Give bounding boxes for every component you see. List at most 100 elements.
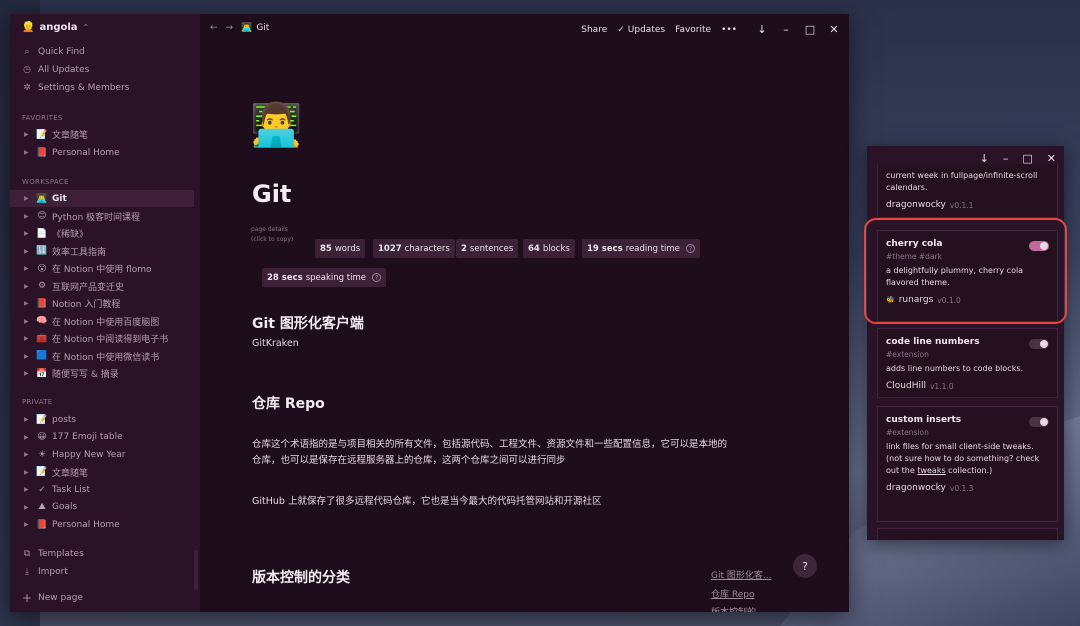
sidebar-item-page[interactable]: ▶ 📕 Personal Home bbox=[10, 516, 194, 533]
breadcrumb[interactable]: 👨‍💻 Git bbox=[241, 23, 269, 33]
stat-characters[interactable]: 1027 characters bbox=[373, 239, 455, 258]
sidebar-item-page[interactable]: ▶ 😀 177 Emoji table bbox=[10, 429, 194, 446]
expand-arrow-icon[interactable]: ▶ bbox=[24, 213, 32, 220]
workspace-name: angola bbox=[39, 22, 78, 33]
sidebar-item-page[interactable]: ▶ 📕 Notion 入门教程 bbox=[10, 295, 194, 312]
download-arrow-icon[interactable]: ↓ bbox=[980, 152, 989, 165]
highlight-outline bbox=[864, 218, 1067, 324]
tweaks-link[interactable]: tweaks bbox=[917, 466, 945, 475]
sidebar-item-page[interactable]: ▶ ✓ Task List bbox=[10, 481, 194, 498]
expand-arrow-icon[interactable]: ▶ bbox=[24, 248, 32, 255]
favorite-button[interactable]: Favorite bbox=[675, 25, 711, 35]
help-circle-icon: ? bbox=[371, 273, 381, 282]
heading-repo[interactable]: 仓库 Repo bbox=[252, 393, 325, 413]
download-arrow-icon[interactable]: ↓ bbox=[755, 23, 769, 36]
quick-find[interactable]: ⌕ Quick Find bbox=[22, 44, 84, 60]
stat-speaking-time[interactable]: 28 secs speaking time? bbox=[262, 268, 386, 287]
check-icon: ✓ bbox=[617, 24, 625, 35]
workspace-label: WORKSPACE bbox=[22, 178, 69, 186]
back-arrow-icon[interactable]: ← bbox=[210, 23, 218, 33]
stat-sentences[interactable]: 2 sentences bbox=[456, 239, 519, 258]
sidebar-item-page[interactable]: ▶ 🧰 在 Notion 中阅读得到电子书 bbox=[10, 330, 194, 347]
sidebar-item-page[interactable]: ▶ ⛰ Goals bbox=[10, 499, 194, 516]
more-options-icon[interactable]: ••• bbox=[721, 25, 737, 35]
expand-arrow-icon[interactable]: ▶ bbox=[24, 504, 32, 511]
maximize-icon[interactable]: □ bbox=[803, 23, 817, 36]
expand-arrow-icon[interactable]: ▶ bbox=[24, 195, 32, 202]
sidebar-item-page[interactable]: ▶ 🧠 在 Notion 中使用百度脑图 bbox=[10, 313, 194, 330]
expand-arrow-icon[interactable]: ▶ bbox=[24, 149, 32, 156]
plugin-author: dragonwocky bbox=[886, 483, 946, 493]
plugin-toggle[interactable] bbox=[1029, 417, 1049, 427]
sidebar-item-page[interactable]: ▶ 🟦 在 Notion 中使用微信读书 bbox=[10, 348, 194, 365]
sidebar-item-page[interactable]: ▶ ☀ Happy New Year bbox=[10, 446, 194, 463]
expand-arrow-icon[interactable]: ▶ bbox=[24, 434, 32, 441]
toc-link[interactable]: 仓库 Repo bbox=[711, 587, 754, 600]
heading-version-control-types[interactable]: 版本控制的分类 bbox=[252, 567, 350, 587]
stat-blocks[interactable]: 64 blocks bbox=[523, 239, 575, 258]
share-button[interactable]: Share bbox=[581, 25, 607, 35]
expand-arrow-icon[interactable]: ▶ bbox=[24, 416, 32, 423]
expand-arrow-icon[interactable]: ▶ bbox=[24, 318, 32, 325]
sidebar-item-favorite[interactable]: ▶ 📕 Personal Home bbox=[10, 144, 194, 161]
expand-arrow-icon[interactable]: ▶ bbox=[24, 469, 32, 476]
expand-arrow-icon[interactable]: ▶ bbox=[24, 486, 32, 493]
help-circle-icon: ? bbox=[685, 244, 695, 253]
heading-git-gui[interactable]: Git 图形化客户端 bbox=[252, 313, 364, 333]
sidebar-item-page[interactable]: ▶ 👨‍💻 Git bbox=[10, 190, 194, 207]
sidebar-item-favorite[interactable]: ▶ 📝 文章随笔 bbox=[10, 126, 194, 143]
private-label: PRIVATE bbox=[22, 398, 53, 406]
paragraph-gitkraken[interactable]: GitKraken bbox=[252, 336, 299, 352]
forward-arrow-icon[interactable]: → bbox=[226, 23, 234, 33]
gear-icon: ✲ bbox=[23, 83, 31, 93]
import-button[interactable]: ⤓ Import bbox=[22, 564, 68, 580]
expand-arrow-icon[interactable]: ▶ bbox=[24, 370, 32, 377]
expand-arrow-icon[interactable]: ▶ bbox=[24, 283, 32, 290]
minimize-icon[interactable]: – bbox=[1003, 152, 1009, 165]
sidebar-item-page[interactable]: ▶ 📅 随便写写 & 摘录 bbox=[10, 365, 194, 382]
sidebar-item-page[interactable]: ▶ 📝 文章随笔 bbox=[10, 464, 194, 481]
chevron-updown-icon: ⌃ bbox=[82, 23, 90, 32]
paragraph-github[interactable]: GitHub 上就保存了很多远程代码仓库，它也是当今最大的代码托管网站和开源社区 bbox=[252, 494, 601, 510]
toc-link[interactable]: 版本控制的... bbox=[711, 605, 765, 612]
page-emoji-icon: 👨‍💻 bbox=[241, 23, 253, 33]
clock-icon: ◷ bbox=[23, 65, 31, 75]
topbar: ← → 👨‍💻 Git Share ✓ Updates Favorite •••… bbox=[200, 14, 849, 44]
help-button[interactable]: ? bbox=[793, 554, 817, 578]
sidebar-item-page[interactable]: ▶ 🔢 效率工具指南 bbox=[10, 243, 194, 260]
sidebar-item-page[interactable]: ▶ 😊 Python 极客时间课程 bbox=[10, 208, 194, 225]
plugins-panel: ↓ – □ ✕ current week in fullpage/infinit… bbox=[867, 146, 1064, 540]
new-page-button[interactable]: + New page bbox=[22, 590, 83, 606]
templates-button[interactable]: ⧉ Templates bbox=[22, 546, 84, 562]
expand-arrow-icon[interactable]: ▶ bbox=[24, 265, 32, 272]
page-title[interactable]: Git bbox=[252, 180, 291, 208]
paragraph-repo[interactable]: 仓库这个术语指的是与项目相关的所有文件，包括源代码、工程文件、资源文件和一些配置… bbox=[252, 437, 727, 469]
minimize-icon[interactable]: – bbox=[779, 23, 793, 36]
plugin-author: CloudHill bbox=[886, 381, 926, 391]
close-icon[interactable]: ✕ bbox=[827, 23, 841, 36]
all-updates[interactable]: ◷ All Updates bbox=[22, 62, 89, 78]
stat-reading-time[interactable]: 19 secs reading time? bbox=[582, 239, 700, 258]
expand-arrow-icon[interactable]: ▶ bbox=[24, 335, 32, 342]
sidebar-item-page[interactable]: ▶ 📝 posts bbox=[10, 411, 194, 428]
expand-arrow-icon[interactable]: ▶ bbox=[24, 230, 32, 237]
workspace-switcher[interactable]: 👱 angola ⌃ bbox=[22, 22, 89, 33]
sidebar-scrollbar[interactable] bbox=[194, 550, 198, 590]
expand-arrow-icon[interactable]: ▶ bbox=[24, 521, 32, 528]
plugin-toggle[interactable] bbox=[1029, 339, 1049, 349]
maximize-icon[interactable]: □ bbox=[1022, 152, 1032, 165]
sidebar-item-page[interactable]: ▶ ⚙ 互联网产品变迁史 bbox=[10, 278, 194, 295]
expand-arrow-icon[interactable]: ▶ bbox=[24, 353, 32, 360]
stat-words[interactable]: 85 words bbox=[315, 239, 366, 258]
toc-link[interactable]: Git 图形化客... bbox=[711, 568, 771, 581]
expand-arrow-icon[interactable]: ▶ bbox=[24, 300, 32, 307]
close-icon[interactable]: ✕ bbox=[1047, 152, 1056, 165]
sidebar-item-page[interactable]: ▶ 📄 《稀缺》 bbox=[10, 225, 194, 242]
page-icon[interactable]: 👨‍💻 bbox=[250, 100, 302, 150]
sidebar-item-page[interactable]: ▶ 😮 在 Notion 中使用 flomo bbox=[10, 260, 194, 277]
expand-arrow-icon[interactable]: ▶ bbox=[24, 131, 32, 138]
expand-arrow-icon[interactable]: ▶ bbox=[24, 451, 32, 458]
settings-members[interactable]: ✲ Settings & Members bbox=[22, 80, 129, 96]
updates-button[interactable]: ✓ Updates bbox=[617, 25, 665, 35]
plugin-card-calendar: current week in fullpage/infinite-scroll… bbox=[877, 164, 1058, 218]
